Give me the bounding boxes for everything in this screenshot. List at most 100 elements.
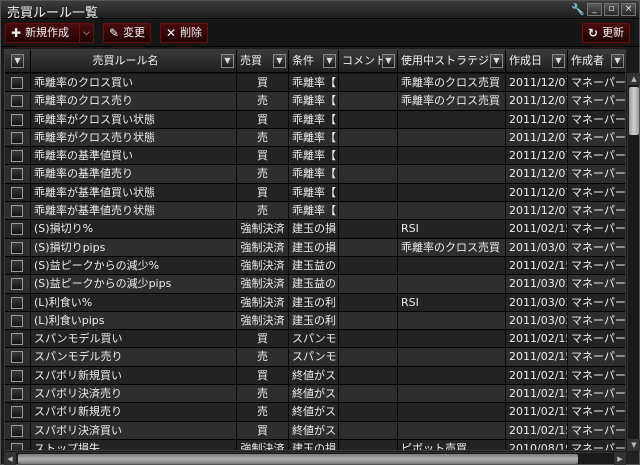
chevron-down-icon[interactable]: ▼ (11, 54, 24, 68)
cell-created-date: 2011/12/07 (506, 183, 568, 202)
row-checkbox[interactable] (11, 278, 23, 291)
table-header: ▼ 売買ルール名 ▼ 売買 ▼ 条件 ▼ コメント ▼ 使用中ストラテジ ▼ 作成日 ▼ 作… (5, 50, 625, 73)
table-row[interactable]: 乖離率がクロス売り状態売乖離率【 2011/12/07マネーパート (5, 128, 625, 148)
chevron-down-icon[interactable]: ▼ (221, 54, 234, 68)
row-checkbox[interactable] (11, 113, 23, 126)
refresh-label: 更新 (602, 26, 625, 39)
row-select-cell (5, 165, 31, 184)
column-header-side[interactable]: 売買 ▼ (237, 50, 289, 73)
cell-strategy (398, 183, 506, 202)
delete-rule-button[interactable]: ✕ 削除 (160, 23, 209, 43)
cell-created-date: 2011/02/15 (506, 385, 568, 404)
row-checkbox[interactable] (11, 406, 23, 419)
close-button[interactable]: × (621, 3, 636, 16)
minimize-button[interactable]: _ (587, 3, 602, 16)
row-select-cell (5, 403, 31, 422)
row-select-cell (5, 256, 31, 275)
chevron-down-icon[interactable]: ▼ (552, 54, 565, 68)
cell-side: 売 (237, 165, 289, 184)
chevron-down-icon[interactable]: ▼ (323, 54, 336, 68)
column-header-strategy[interactable]: 使用中ストラテジ ▼ (398, 50, 506, 73)
cell-comment (339, 92, 398, 111)
column-header-rule-name[interactable]: 売買ルール名 ▼ (31, 50, 237, 73)
table-row[interactable]: スパボリ新規売り売終値がス 2011/02/15マネーパート (5, 403, 625, 422)
scroll-down-icon[interactable]: ▼ (628, 439, 640, 451)
cell-condition: 終値がス (289, 421, 339, 440)
cell-side: 強制決済 (237, 238, 289, 257)
scroll-up-icon[interactable]: ▲ (628, 73, 640, 85)
cell-creator: マネーパート (568, 257, 625, 275)
restore-button[interactable]: ▫ (604, 3, 619, 16)
table-row[interactable]: スパボリ決済買い買終値がス 2011/02/15マネーパート (5, 421, 625, 440)
table-row[interactable]: (S)益ピークからの減少%強制決済建玉益の 2011/02/15マネーパート (5, 256, 625, 276)
row-checkbox[interactable] (11, 388, 23, 401)
horizontal-scrollbar[interactable]: ◀ ▶ (4, 452, 626, 465)
table-row[interactable]: 乖離率の基準値買い買乖離率【 2011/12/07マネーパート (5, 147, 625, 166)
cell-strategy (398, 421, 506, 440)
table-row[interactable]: ストップ損失強制決済建玉の損 ピボット売買2010/08/19マネーパート (5, 439, 625, 450)
horizontal-scroll-thumb[interactable] (18, 454, 578, 464)
vertical-scrollbar[interactable]: ▲ ▼ (627, 73, 640, 451)
table-row[interactable]: (L)利食い%強制決済建玉の利 RSI2011/03/03マネーパート (5, 293, 625, 312)
table-row[interactable]: (L)利食いpips強制決済建玉の利 2011/03/03マネーパート (5, 311, 625, 331)
chevron-down-icon[interactable]: ▼ (273, 54, 286, 68)
cell-creator: マネーパート (568, 129, 625, 147)
chevron-down-icon[interactable]: ⌵ (79, 24, 93, 42)
row-checkbox[interactable] (11, 77, 23, 89)
table-row[interactable]: (S)益ピークからの減少pips強制決済建玉益の 2011/03/03マネーパート (5, 275, 625, 294)
row-checkbox[interactable] (11, 131, 23, 144)
table-row[interactable]: 乖離率のクロス売り売乖離率【 乖離率のクロス売買2011/12/07マネーパート (5, 92, 625, 111)
table-row[interactable]: 乖離率の基準値売り売乖離率【 2011/12/07マネーパート (5, 165, 625, 184)
column-header-created-date[interactable]: 作成日 ▼ (506, 50, 568, 73)
column-header-comment[interactable]: コメント ▼ (339, 50, 398, 73)
row-checkbox[interactable] (11, 186, 23, 199)
row-select-cell (5, 330, 31, 349)
row-checkbox[interactable] (11, 205, 23, 218)
cell-creator: マネーパート (568, 165, 625, 183)
chevron-down-icon[interactable]: ▼ (490, 54, 503, 68)
cell-comment (339, 403, 398, 422)
row-checkbox[interactable] (11, 223, 23, 236)
cell-strategy (398, 275, 506, 294)
cell-comment (339, 366, 398, 385)
table-row[interactable]: スパンモデル売り売スパンモ 2011/02/15マネーパート (5, 348, 625, 367)
row-checkbox[interactable] (11, 241, 23, 254)
table-row[interactable]: 乖離率が基準値買い状態買乖離率【 2011/12/07マネーパート (5, 183, 625, 203)
table-row[interactable]: スパンモデル買い買スパンモ 2011/02/15マネーパート (5, 330, 625, 349)
row-checkbox[interactable] (11, 424, 23, 437)
row-checkbox[interactable] (11, 351, 23, 364)
row-checkbox[interactable] (11, 314, 23, 327)
new-rule-button[interactable]: ✚ 新規作成 ⌵ (5, 23, 95, 43)
row-select-cell (5, 183, 31, 202)
column-header-select[interactable]: ▼ (5, 50, 31, 73)
table-row[interactable]: 乖離率がクロス買い状態買乖離率【 2011/12/07マネーパート (5, 110, 625, 129)
vertical-scroll-thumb[interactable] (629, 87, 639, 135)
scroll-right-icon[interactable]: ▶ (614, 453, 626, 465)
table-row[interactable]: 乖離率が基準値売り状態売乖離率【 2011/12/07マネーパート (5, 202, 625, 221)
row-checkbox[interactable] (11, 333, 23, 346)
row-select-cell (5, 74, 31, 92)
edit-rule-button[interactable]: ✎ 変更 (103, 23, 152, 43)
column-header-condition[interactable]: 条件 ▼ (289, 50, 339, 73)
table-row[interactable]: スパボリ決済売り売終値がス 2011/02/15マネーパート (5, 385, 625, 404)
row-checkbox[interactable] (11, 259, 23, 272)
row-checkbox[interactable] (11, 369, 23, 382)
table-row[interactable]: (S)損切りpips 強制決済 建玉の損 乖離率のクロス売買 2011/03/03 マネー… (5, 238, 625, 257)
row-checkbox[interactable] (11, 442, 23, 450)
table-row[interactable]: (S)損切り%強制決済建玉の損 RSI2011/02/15マネーパート (5, 220, 625, 239)
scrollbar-corner (627, 452, 639, 464)
cell-strategy (398, 110, 506, 129)
column-header-creator[interactable]: 作成者 ▼ (568, 50, 625, 73)
row-checkbox[interactable] (11, 95, 23, 108)
row-checkbox[interactable] (11, 150, 23, 163)
table-row[interactable]: 乖離率のクロス買い買乖離率【 乖離率のクロス売買2011/12/07マネーパート (5, 74, 625, 93)
row-checkbox[interactable] (11, 168, 23, 181)
table-row[interactable]: スパボリ新規買い買終値がス 2011/02/15マネーパート (5, 366, 625, 386)
wrench-icon[interactable]: 🔧 (570, 3, 585, 16)
refresh-button[interactable]: ↻ 更新 (582, 23, 631, 43)
row-checkbox[interactable] (11, 296, 23, 309)
cell-creator: マネーパート (568, 147, 625, 165)
chevron-down-icon[interactable]: ▼ (382, 54, 395, 68)
chevron-down-icon[interactable]: ▼ (611, 54, 624, 68)
scroll-left-icon[interactable]: ◀ (4, 453, 16, 465)
